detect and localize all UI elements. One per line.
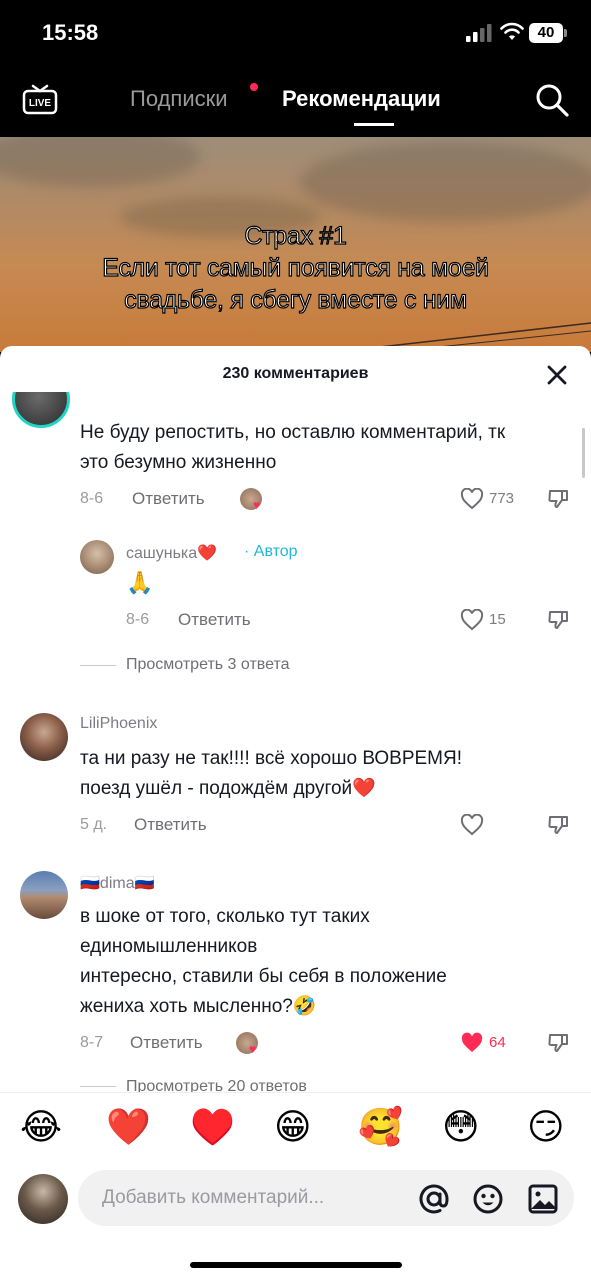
tab-following[interactable]: Подписки (130, 86, 228, 112)
caption-line: Страх #1 (244, 221, 348, 250)
emoji-button[interactable]: 😂 (20, 1108, 62, 1148)
battery-icon: 40 (529, 23, 563, 43)
creator-heart-icon: ♥ (249, 1042, 257, 1056)
comment-date: 8-6 (80, 490, 104, 507)
comment-line: в шоке от того, сколько тут таких (80, 906, 370, 927)
author-badge: · Автор (244, 543, 298, 560)
comment-line: жениха хоть мысленно?🤣 (80, 996, 317, 1017)
search-icon[interactable] (534, 82, 570, 118)
emoji-button[interactable]: 😏 (527, 1108, 565, 1148)
like-heart-icon[interactable] (460, 814, 484, 836)
creator-heart-icon: ♥ (253, 498, 261, 512)
comment-text: Не буду репостить, но оставлю комментари… (80, 418, 505, 478)
emoji-button[interactable]: ❤️ (106, 1108, 151, 1148)
emoji-button[interactable]: 😳 (442, 1108, 480, 1148)
emoji-button[interactable]: 🥰 (358, 1108, 403, 1148)
user-avatar[interactable] (18, 1174, 68, 1224)
avatar[interactable] (80, 540, 114, 574)
active-tab-indicator (354, 123, 394, 126)
like-heart-icon[interactable] (460, 609, 484, 631)
comment-line: та ни разу не так!!!! всё хорошо ВОВРЕМЯ… (80, 748, 462, 769)
comment-date: 5 д. (80, 816, 108, 833)
reply-button[interactable]: Ответить (132, 489, 205, 509)
image-icon[interactable] (527, 1183, 559, 1215)
notification-dot (250, 83, 258, 91)
close-icon[interactable] (546, 364, 568, 386)
comment-line: Не буду репостить, но оставлю комментари… (80, 422, 506, 443)
dislike-icon[interactable] (547, 814, 569, 836)
home-indicator (190, 1262, 402, 1268)
avatar[interactable] (12, 392, 70, 428)
divider (80, 665, 116, 666)
emoji-icon[interactable] (472, 1183, 504, 1215)
comment-text: в шоке от того, сколько тут таких едином… (80, 902, 447, 1022)
emoji-button[interactable]: ♥️ (190, 1108, 235, 1148)
comment-line: интересно, ставили бы себя в положение (80, 966, 447, 987)
video-caption-overlay: Страх #1 Если тот самый появится на моей… (0, 220, 591, 316)
view-replies-button[interactable]: Просмотреть 3 ответа (126, 656, 290, 674)
caption-line: Если тот самый появится на моей (102, 253, 490, 282)
liked-heart-icon[interactable] (460, 1032, 484, 1054)
comment-line: единомышленников (80, 936, 258, 957)
view-replies-button[interactable]: Просмотреть 20 ответов (126, 1078, 307, 1092)
at-icon[interactable] (418, 1183, 450, 1215)
tab-for-you[interactable]: Рекомендации (282, 86, 441, 112)
battery-tip (564, 29, 567, 37)
wifi-icon (500, 22, 524, 40)
comments-count-title: 230 комментариев (222, 365, 369, 382)
emoji-button[interactable]: 😁 (274, 1108, 312, 1148)
comment-username[interactable]: LiliPhoenix (80, 715, 157, 733)
dislike-icon[interactable] (547, 609, 569, 631)
like-heart-icon[interactable] (460, 488, 484, 510)
caption-line: свадьбе, я сбегу вместе с ним (124, 285, 468, 314)
battery-level: 40 (537, 24, 555, 41)
live-button[interactable]: LIVE (22, 83, 58, 119)
dislike-icon[interactable] (547, 1032, 569, 1054)
view-replies-clip: Просмотреть 20 ответов (0, 1070, 591, 1092)
avatar[interactable] (20, 713, 68, 761)
status-time: 15:58 (42, 20, 99, 45)
like-count: 15 (489, 611, 506, 628)
comment-line: поезд ушёл - подождём другой❤️ (80, 778, 376, 799)
comment-text: 🙏 (126, 570, 154, 595)
like-count: 64 (489, 1034, 506, 1051)
comment-username[interactable]: 🇷🇺dima🇷🇺 (80, 873, 155, 893)
dislike-icon[interactable] (547, 488, 569, 510)
live-label: LIVE (28, 98, 52, 109)
comment-input-placeholder: Добавить комментарий... (102, 1187, 325, 1208)
reply-button[interactable]: Ответить (130, 1033, 203, 1053)
avatar[interactable] (20, 871, 68, 919)
comment-username[interactable]: сашунька❤️ (126, 543, 217, 563)
comment-text: та ни разу не так!!!! всё хорошо ВОВРЕМЯ… (80, 744, 462, 804)
comment-line: это безумно жизненно (80, 452, 277, 473)
comment-date: 8-6 (126, 611, 150, 628)
scrollbar[interactable] (582, 428, 585, 478)
reply-button[interactable]: Ответить (134, 815, 207, 835)
cellular-signal-icon (466, 24, 492, 42)
like-count: 773 (489, 490, 515, 507)
divider (80, 1086, 116, 1087)
comment-date: 8-7 (80, 1034, 104, 1051)
reply-button[interactable]: Ответить (178, 610, 251, 630)
